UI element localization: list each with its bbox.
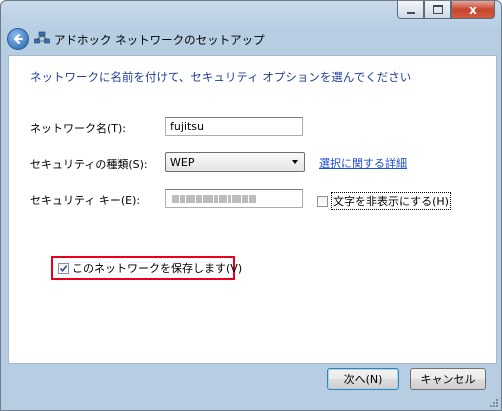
window-title: アドホック ネットワークのセットアップ (54, 33, 265, 47)
close-button[interactable]: x (451, 1, 495, 19)
minimize-icon (406, 11, 415, 14)
save-network-checkbox[interactable]: このネットワークを保存します(V) (58, 260, 242, 276)
save-network-label: このネットワークを保存します(V) (72, 262, 243, 275)
hide-chars-label: 文字を非表示にする(H) (331, 192, 451, 210)
page-heading: ネットワークに名前を付けて、セキュリティ オプションを選んでください (30, 70, 412, 84)
hide-chars-box[interactable] (317, 195, 328, 207)
chevron-down-icon (292, 160, 298, 164)
save-network-box[interactable] (58, 262, 69, 274)
maximize-icon (432, 5, 443, 14)
back-arrow-icon (14, 34, 23, 44)
network-name-input[interactable]: fujitsu (165, 117, 303, 136)
security-key-label: セキュリティ キー(E): (30, 194, 141, 207)
masked-key-icon (172, 190, 296, 207)
content-panel: ネットワークに名前を付けて、セキュリティ オプションを選んでください ネットワー… (8, 55, 497, 364)
security-key-input[interactable] (165, 189, 303, 208)
caption-buttons: x (397, 1, 495, 19)
dialog-window: x アドホック ネットワークのセットアップ ネットワークに名前を付けて、セキュリ… (0, 0, 502, 411)
security-detail-link[interactable]: 選択に関する詳細 (319, 155, 407, 171)
adhoc-network-icon (34, 31, 50, 44)
back-button[interactable] (7, 28, 29, 50)
navigation-bar: アドホック ネットワークのセットアップ (1, 25, 501, 51)
hide-chars-checkbox[interactable]: 文字を非表示にする(H) (317, 192, 451, 210)
resize-grip-icon[interactable] (489, 398, 499, 408)
maximize-button[interactable] (424, 1, 451, 19)
security-type-label: セキュリティの種類(S): (30, 158, 148, 171)
close-icon: x (469, 2, 477, 17)
minimize-button[interactable] (397, 1, 424, 19)
security-type-select[interactable]: WEP (165, 152, 305, 172)
network-name-label: ネットワーク名(T): (30, 122, 127, 135)
checkmark-icon (59, 264, 68, 272)
cancel-button[interactable]: キャンセル (410, 368, 486, 390)
next-button[interactable]: 次へ(N) (327, 368, 399, 390)
security-type-value: WEP (170, 156, 195, 169)
